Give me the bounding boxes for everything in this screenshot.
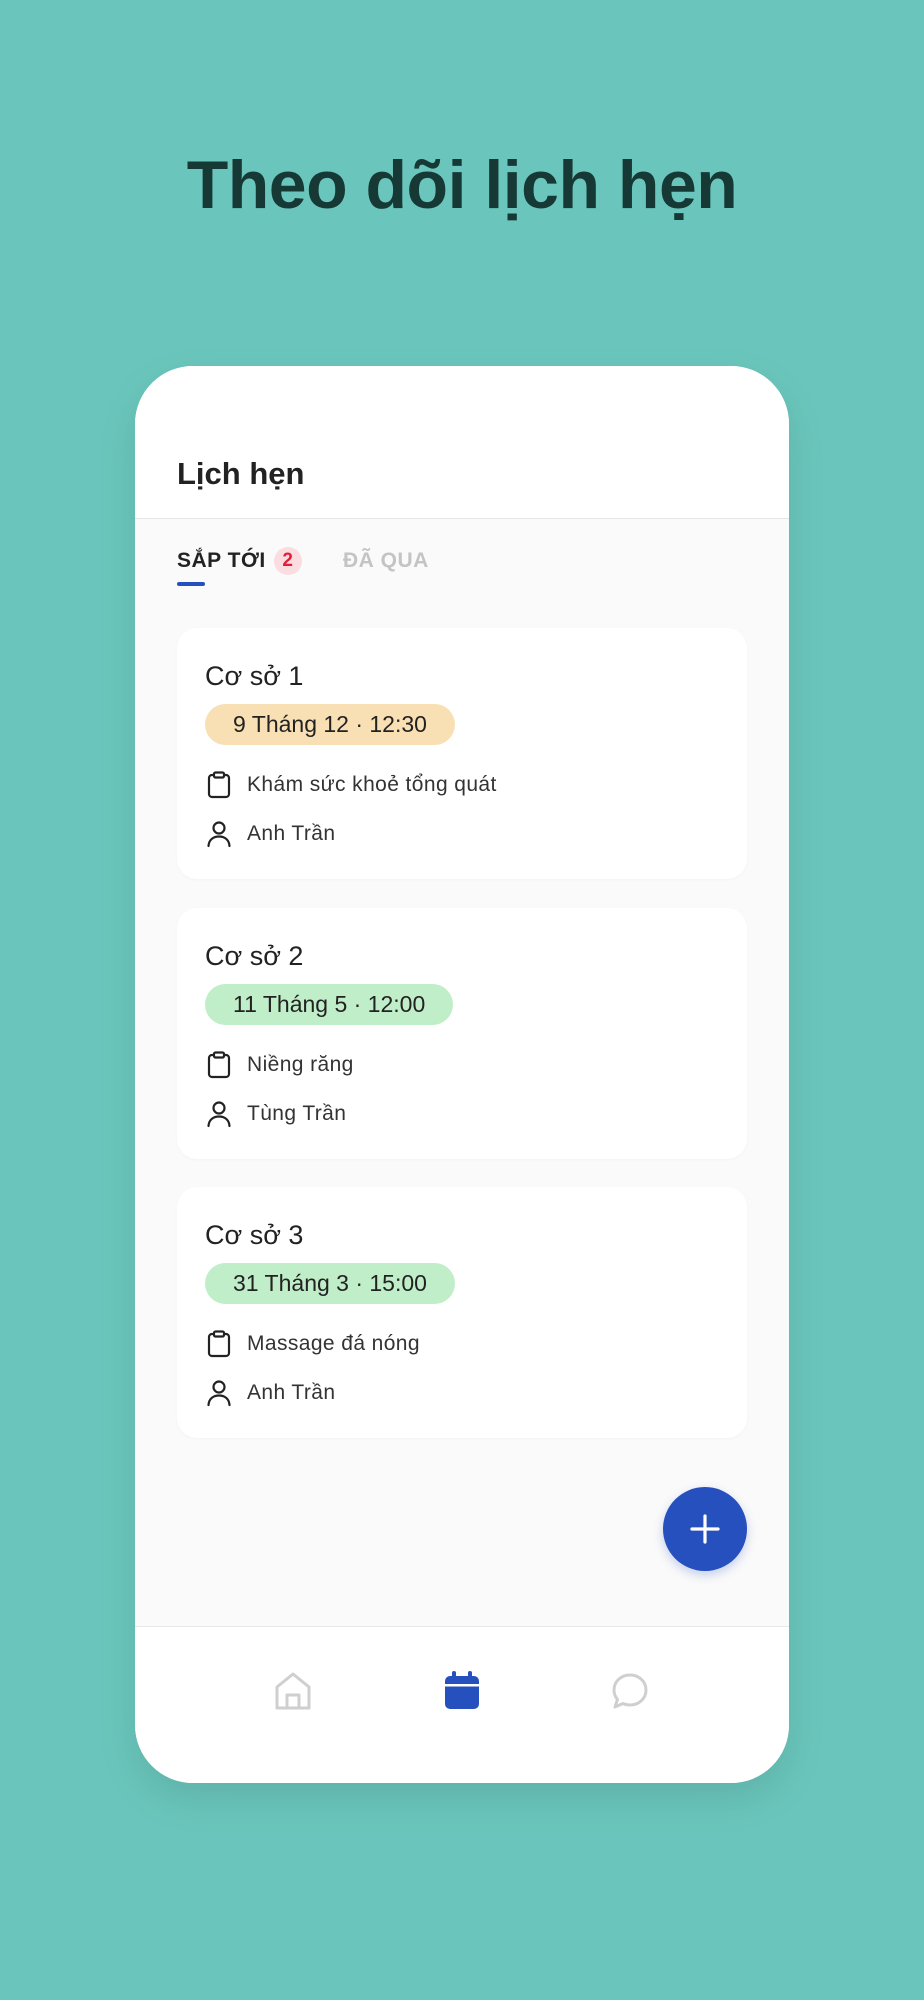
appointment-location: Cơ sở 2: [205, 941, 304, 971]
app-bar: Lịch hẹn: [135, 366, 789, 519]
phone-frame: Lịch hẹn SẮP TỚI 2 ĐÃ QUA Cơ sở 1 9 Thán…: [135, 366, 789, 1783]
tab-upcoming-count-badge: 2: [273, 547, 302, 575]
page-headline: Theo dõi lịch hẹn: [186, 147, 738, 223]
appointment-service: Khám sức khoẻ tổng quát: [247, 773, 497, 796]
appointment-service-row: Niềng răng: [205, 1050, 354, 1080]
clipboard-icon: [205, 771, 233, 799]
clipboard-icon: [205, 1051, 233, 1079]
appointment-datetime-badge: 31 Tháng 3 · 15:00: [205, 1263, 455, 1304]
tab-past[interactable]: ĐÃ QUA: [343, 541, 429, 581]
appointment-card[interactable]: Cơ sở 2 11 Tháng 5 · 12:00 Niềng răng Tù…: [177, 908, 747, 1159]
nav-home[interactable]: [269, 1667, 317, 1715]
tab-upcoming-label: SẮP TỚI: [177, 549, 266, 572]
page-title: Lịch hẹn: [177, 456, 305, 491]
person-icon: [205, 1100, 233, 1128]
appointment-location: Cơ sở 1: [205, 661, 304, 691]
appointment-service: Niềng răng: [247, 1053, 354, 1076]
appointment-person-row: Tùng Trần: [205, 1099, 346, 1129]
appointment-person: Anh Trần: [247, 822, 336, 845]
home-icon: [273, 1670, 313, 1712]
appointment-datetime-badge: 9 Tháng 12 · 12:30: [205, 704, 455, 745]
appointment-person-row: Anh Trần: [205, 819, 335, 849]
bottom-navigation: [135, 1626, 789, 1783]
nav-messages[interactable]: [606, 1667, 654, 1715]
appointment-service-row: Massage đá nóng: [205, 1329, 420, 1359]
add-appointment-button[interactable]: [663, 1487, 747, 1571]
appointment-person: Anh Trần: [247, 1381, 336, 1404]
person-icon: [205, 1379, 233, 1407]
clipboard-icon: [205, 1330, 233, 1358]
active-tab-indicator: [177, 582, 205, 586]
appointment-datetime-badge: 11 Tháng 5 · 12:00: [205, 984, 454, 1025]
chat-icon: [610, 1671, 650, 1711]
appointment-card[interactable]: Cơ sở 1 9 Tháng 12 · 12:30 Khám sức khoẻ…: [177, 628, 747, 879]
appointment-card[interactable]: Cơ sở 3 31 Tháng 3 · 15:00 Massage đá nó…: [177, 1187, 747, 1438]
nav-calendar[interactable]: [438, 1667, 486, 1715]
appointment-service-row: Khám sức khoẻ tổng quát: [205, 770, 497, 800]
tab-upcoming[interactable]: SẮP TỚI 2: [177, 541, 302, 581]
plus-icon: [688, 1512, 722, 1546]
calendar-icon: [442, 1670, 482, 1712]
appointment-person-row: Anh Trần: [205, 1378, 335, 1408]
appointment-location: Cơ sở 3: [205, 1220, 304, 1250]
appointment-person: Tùng Trần: [247, 1102, 347, 1125]
tab-past-label: ĐÃ QUA: [343, 549, 429, 572]
appointment-service: Massage đá nóng: [247, 1332, 420, 1355]
person-icon: [205, 820, 233, 848]
